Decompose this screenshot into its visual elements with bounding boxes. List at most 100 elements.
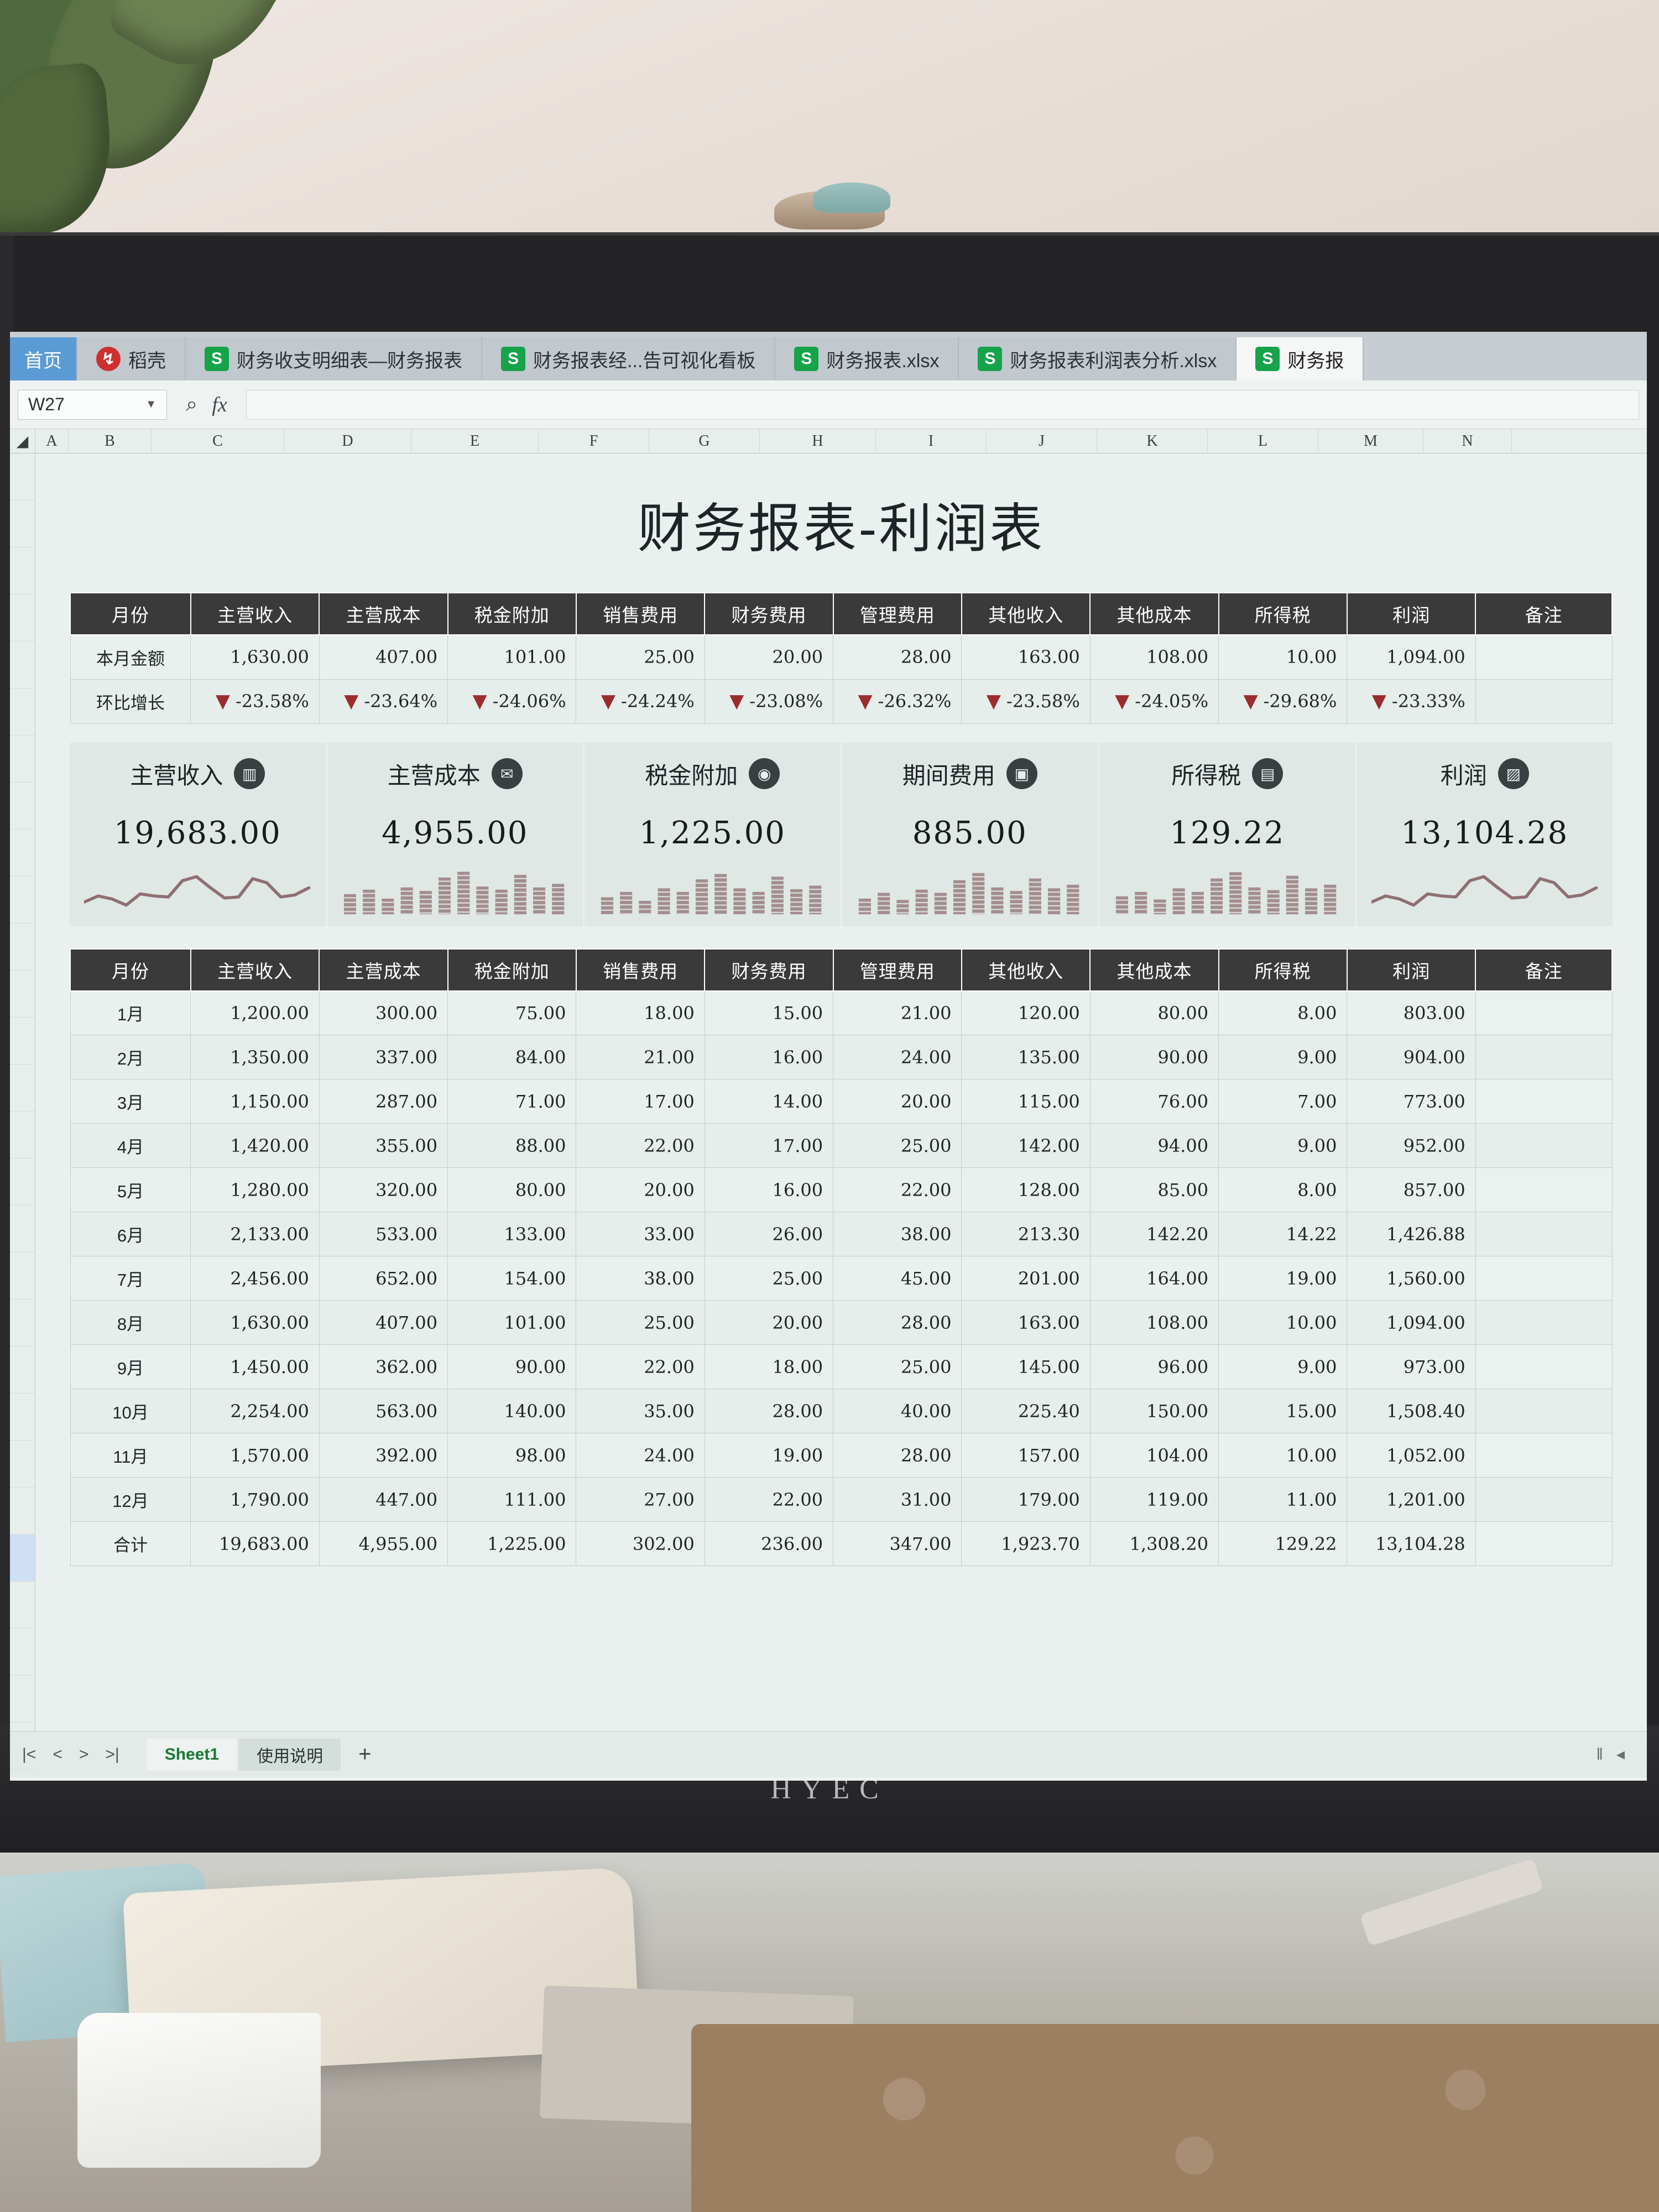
chevron-down-icon[interactable]: ▼ xyxy=(145,398,156,411)
column-header-d[interactable]: D xyxy=(284,429,411,453)
prev-sheet-icon[interactable]: < xyxy=(53,1745,62,1764)
value-cell: 25.00 xyxy=(704,1256,834,1301)
value-cell: 2,254.00 xyxy=(190,1389,320,1433)
next-sheet-icon[interactable]: > xyxy=(79,1745,89,1764)
row-header[interactable] xyxy=(10,1723,35,1770)
row-header[interactable] xyxy=(10,1441,35,1488)
bar-chart-icon: ▥ xyxy=(234,758,265,789)
row-header[interactable] xyxy=(10,1018,35,1065)
row-header[interactable] xyxy=(10,782,35,830)
search-icon[interactable]: ⌕ xyxy=(186,393,197,416)
tab-doc-2[interactable]: S 财务报表经...告可视化看板 xyxy=(482,337,776,380)
column-header-b[interactable]: B xyxy=(69,429,152,453)
value-cell: 1,280.00 xyxy=(190,1167,320,1212)
row-header[interactable] xyxy=(10,1535,35,1582)
column-header-h[interactable]: H xyxy=(760,429,876,453)
row-header[interactable] xyxy=(10,830,35,877)
row-header[interactable] xyxy=(10,1065,35,1112)
sheet-nav-arrows[interactable]: |< < > >| xyxy=(22,1745,145,1764)
value-cell: 1,094.00 xyxy=(1347,634,1476,680)
add-sheet-button[interactable]: + xyxy=(343,1742,387,1767)
kpi-header: 所得税 ▤ xyxy=(1099,757,1355,791)
row-header[interactable] xyxy=(10,877,35,924)
detail-col-0: 月份 xyxy=(70,948,191,992)
row-header[interactable] xyxy=(10,1394,35,1441)
tab-doc-1[interactable]: S 财务收支明细表—财务报表 xyxy=(186,337,482,380)
column-header-a[interactable]: A xyxy=(35,429,69,453)
formula-input[interactable] xyxy=(246,389,1639,420)
sheet-tab-instructions[interactable]: 使用说明 xyxy=(239,1738,341,1771)
row-header[interactable] xyxy=(10,641,35,688)
formula-bar: W27 ▼ ⌕ fx xyxy=(10,380,1647,429)
row-header[interactable] xyxy=(10,453,35,500)
kpi-sparkline xyxy=(70,865,326,926)
value-cell: 25.00 xyxy=(833,1344,962,1389)
detail-col-3: 税金附加 xyxy=(447,948,577,992)
value-cell: 21.00 xyxy=(833,990,962,1035)
row-header[interactable] xyxy=(10,1582,35,1629)
row-header[interactable] xyxy=(10,924,35,971)
last-sheet-icon[interactable]: >| xyxy=(105,1745,119,1764)
tab-doc-4[interactable]: S 财务报表利润表分析.xlsx xyxy=(959,337,1237,380)
value-cell: 163.00 xyxy=(961,634,1091,680)
row-header[interactable] xyxy=(10,688,35,735)
row-header[interactable] xyxy=(10,594,35,641)
value-cell: 164.00 xyxy=(1089,1256,1219,1301)
row-header[interactable] xyxy=(10,1300,35,1347)
column-header-g[interactable]: G xyxy=(649,429,760,453)
clipboard-icon: ▤ xyxy=(1252,758,1284,789)
name-box[interactable]: W27 ▼ xyxy=(18,389,167,420)
sheet-tab-sheet1[interactable]: Sheet1 xyxy=(147,1738,237,1771)
row-header[interactable] xyxy=(10,1112,35,1159)
value-cell: 1,350.00 xyxy=(190,1035,320,1079)
bezel-top xyxy=(0,236,1659,335)
column-header-i[interactable]: I xyxy=(876,429,987,453)
summary-col-4: 销售费用 xyxy=(575,592,706,635)
value-cell: 362.00 xyxy=(319,1344,448,1389)
tab-docer[interactable]: ↯ 稻壳 xyxy=(77,337,186,380)
column-header-m[interactable]: M xyxy=(1318,429,1423,453)
column-header-l[interactable]: L xyxy=(1208,429,1318,453)
note-cell xyxy=(1475,1389,1613,1433)
row-header[interactable] xyxy=(10,500,35,547)
row-header[interactable] xyxy=(10,1159,35,1206)
column-header-c[interactable]: C xyxy=(152,429,284,453)
summary-col-2: 主营成本 xyxy=(319,592,448,635)
tab-doc-3[interactable]: S 财务报表.xlsx xyxy=(775,337,959,380)
row-header[interactable] xyxy=(10,1206,35,1253)
tab-doc-5[interactable]: S 财务报 xyxy=(1237,337,1364,380)
row-header[interactable] xyxy=(10,1676,35,1723)
value-cell: 236.00 xyxy=(704,1521,834,1566)
column-header-j[interactable]: J xyxy=(987,429,1097,453)
row-header[interactable] xyxy=(10,1629,35,1676)
tab-home[interactable]: 首页 xyxy=(10,337,77,380)
growth-value: -23.33% xyxy=(1391,691,1465,712)
row-header[interactable] xyxy=(10,1488,35,1535)
spreadsheet-icon: S xyxy=(1255,347,1280,371)
column-header-e[interactable]: E xyxy=(411,429,539,453)
row-header[interactable] xyxy=(10,547,35,594)
detail-col-11: 备注 xyxy=(1475,948,1613,992)
kpi-card-1: 主营成本 ✉ 4,955.00 xyxy=(327,742,585,926)
scroll-left-icon[interactable]: ◂ xyxy=(1616,1745,1625,1764)
table-row: 合计 19,683.00 4,955.00 1,225.00 302.00 236.00 3… xyxy=(70,1521,1613,1566)
value-cell: 31.00 xyxy=(833,1477,962,1522)
column-header-n[interactable]: N xyxy=(1423,429,1512,453)
table-row: 11月 1,570.00 392.00 98.00 24.00 19.00 28.00 157… xyxy=(70,1433,1613,1478)
down-arrow-icon: ▼ xyxy=(858,690,873,712)
row-header[interactable] xyxy=(10,735,35,782)
select-all-corner[interactable]: ◢ xyxy=(10,429,35,453)
row-header[interactable] xyxy=(10,1347,35,1394)
row-header[interactable] xyxy=(10,1253,35,1300)
column-header-k[interactable]: K xyxy=(1097,429,1208,453)
split-handle-icon[interactable]: ‖ xyxy=(1597,1745,1603,1764)
row-header[interactable] xyxy=(10,971,35,1018)
value-cell: 101.00 xyxy=(447,634,577,680)
value-cell: 1,630.00 xyxy=(190,634,320,680)
function-icon[interactable]: fx xyxy=(212,393,227,417)
column-header-f[interactable]: F xyxy=(539,429,649,453)
value-cell: 337.00 xyxy=(319,1035,448,1079)
value-cell: 22.00 xyxy=(704,1477,834,1522)
coin-icon: ◉ xyxy=(749,758,780,789)
detail-col-8: 其他成本 xyxy=(1089,948,1219,992)
